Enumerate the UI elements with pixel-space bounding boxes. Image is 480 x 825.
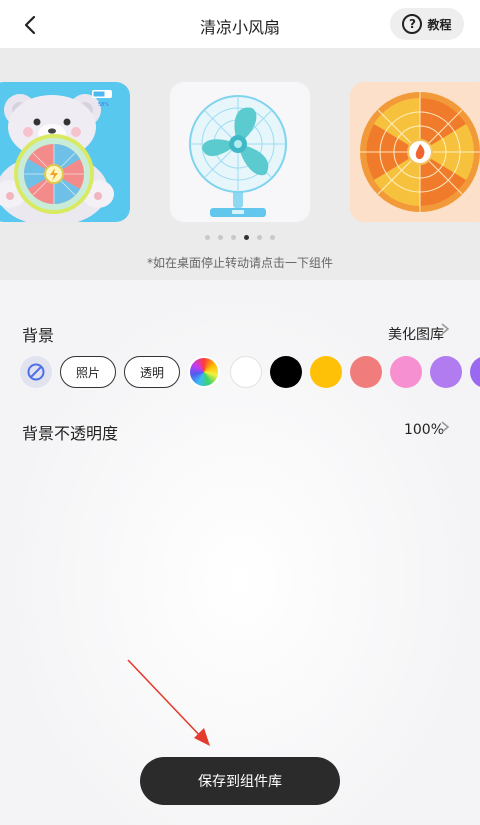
beautify-gallery-link[interactable]: 美化图库 (388, 324, 444, 344)
page-dot-active (244, 235, 249, 240)
top-bar: 清凉小风扇 ? 教程 (0, 0, 480, 48)
no-entry-icon (27, 363, 45, 381)
widget-card-table-fan[interactable] (170, 82, 310, 222)
widget-card-sun-fan[interactable] (350, 82, 480, 222)
question-circle-icon: ? (402, 14, 423, 34)
annotation-arrow (127, 659, 210, 746)
no-background-option[interactable] (20, 356, 52, 388)
color-picker-swatch[interactable] (188, 356, 220, 388)
page-dot (231, 235, 236, 240)
opacity-label: 背景不透明度 (22, 424, 119, 443)
battery-percent-text: 58% (98, 102, 109, 108)
opacity-value[interactable]: 100% (404, 422, 444, 438)
sun-fan-illustration (360, 92, 480, 212)
photo-option[interactable]: 照片 (60, 356, 116, 388)
table-fan-illustration (189, 95, 287, 217)
tutorial-button[interactable]: ? 教程 (390, 8, 464, 40)
color-swatch-black[interactable] (270, 356, 302, 388)
color-swatch-white[interactable] (230, 356, 262, 388)
page-dot (205, 235, 210, 240)
background-options: 照片 透明 (20, 356, 480, 388)
page-dot (257, 235, 262, 240)
chevron-right-icon (440, 420, 450, 438)
color-swatch-purple[interactable] (470, 356, 480, 388)
background-label: 背景 (22, 326, 55, 345)
widget-card-bear-fan[interactable]: 58% (0, 82, 130, 222)
chevron-right-icon (440, 322, 450, 340)
carousel-page-indicator (0, 235, 480, 240)
tutorial-label: 教程 (427, 17, 452, 32)
color-swatch-lavender[interactable] (430, 356, 462, 388)
save-to-widget-library-button[interactable]: 保存到组件库 (140, 757, 340, 805)
carousel-hint: *如在桌面停止转动请点击一下组件 (146, 256, 333, 270)
app-screen: 清凉小风扇 ? 教程 58% *如在桌面停止转动请点击一下组件 背景 美化图库 … (0, 0, 480, 825)
page-dot (270, 235, 275, 240)
page-dot (218, 235, 223, 240)
bear-fan-illustration: 58% (0, 90, 114, 222)
transparent-option[interactable]: 透明 (124, 356, 180, 388)
color-swatch-yellow[interactable] (310, 356, 342, 388)
color-swatch-pink[interactable] (390, 356, 422, 388)
widget-style-carousel[interactable]: 58% *如在桌面停止转动请点击一下组件 (0, 48, 480, 280)
color-swatch-red[interactable] (350, 356, 382, 388)
settings-panel: 背景 美化图库 照片 透明 背景不透明度 100% (0, 280, 480, 825)
